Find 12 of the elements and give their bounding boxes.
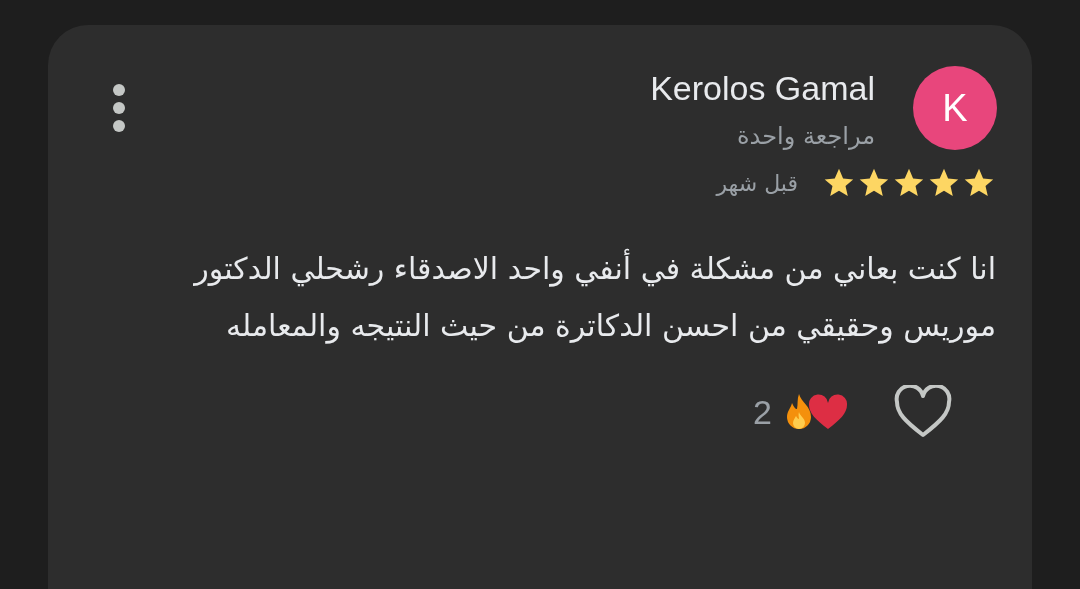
review-text: انا كنت بعاني من مشكلة في أنفي واحد الاصدقاء رشحلي الدكتور موريس وحقيقي من احسن الدكاترة من حيث النتيجه والمعامله bbox=[48, 240, 1032, 354]
flame-icon bbox=[784, 393, 814, 431]
heart-outline-icon bbox=[893, 385, 953, 439]
review-time: قبل شهر bbox=[716, 169, 798, 198]
reactions-chip[interactable]: 2 bbox=[753, 386, 848, 438]
author-name: Kerolos Gamal bbox=[650, 68, 875, 108]
like-button[interactable] bbox=[892, 384, 954, 440]
more-options-icon[interactable] bbox=[112, 84, 126, 132]
author-meta: مراجعة واحدة bbox=[737, 121, 875, 152]
reaction-count: 2 bbox=[753, 391, 772, 433]
avatar: K bbox=[913, 66, 997, 150]
heart-icon bbox=[808, 394, 848, 430]
